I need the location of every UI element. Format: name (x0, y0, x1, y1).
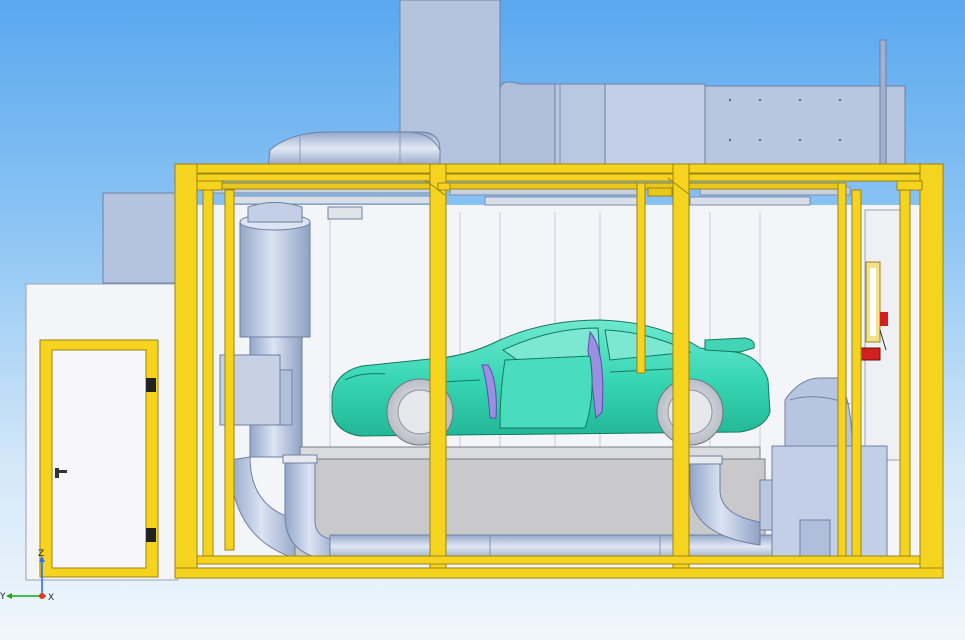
roof-plenum (399, 0, 906, 167)
cad-viewport[interactable]: Z Y X (0, 0, 965, 640)
z-axis-label: Z (38, 549, 44, 559)
rear-wheel (656, 378, 724, 446)
dyno-room-model[interactable] (0, 0, 965, 640)
annex-door[interactable] (39, 339, 159, 578)
axis-triad-icon: Z Y X (0, 549, 54, 603)
y-axis-label: Y (0, 592, 6, 602)
x-axis-dot (39, 593, 45, 599)
supply-duct-top (267, 131, 441, 169)
y-axis-arrow (6, 593, 12, 599)
x-axis-label: X (48, 593, 54, 603)
